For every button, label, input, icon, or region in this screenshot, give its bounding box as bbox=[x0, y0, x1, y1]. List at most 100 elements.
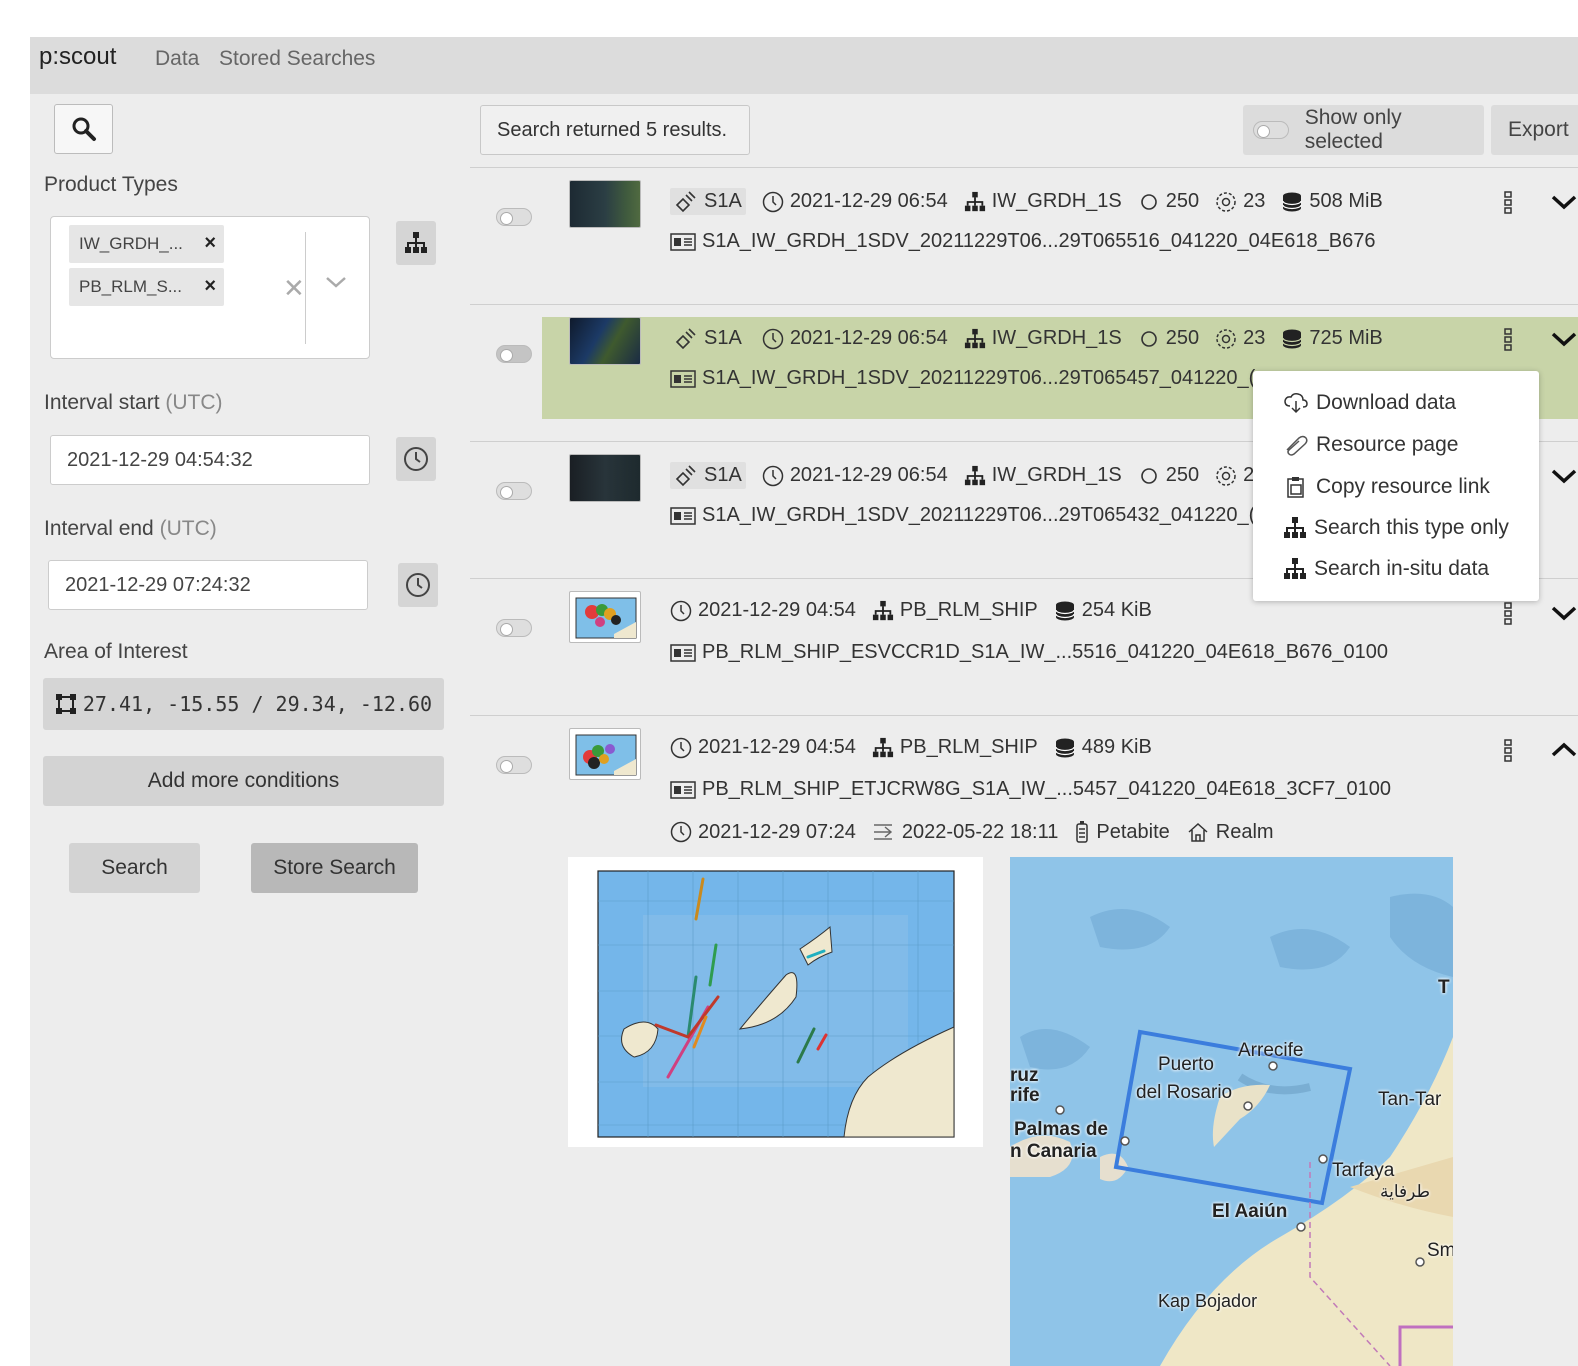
chip-remove-icon[interactable]: × bbox=[204, 275, 216, 298]
add-conditions-button[interactable]: Add more conditions bbox=[43, 756, 444, 806]
show-only-selected-toggle[interactable]: Show only selected bbox=[1243, 105, 1484, 155]
store-search-button[interactable]: Store Search bbox=[251, 843, 418, 893]
top-navbar: p:scout Data Stored Searches bbox=[30, 37, 1578, 94]
map-base bbox=[1010, 857, 1453, 1366]
product-thumbnail[interactable] bbox=[569, 180, 641, 228]
interval-start-picker-button[interactable] bbox=[396, 437, 436, 481]
row-meta: 2021-12-29 04:54 PB_RLM_SHIP 254 KiB bbox=[670, 599, 1168, 622]
map-label: ruz bbox=[1010, 1065, 1039, 1086]
product-type-chip: IW_GRDH_... × bbox=[69, 225, 224, 263]
row-meta: 2021-12-29 04:54 PB_RLM_SHIP 489 KiB bbox=[670, 736, 1168, 759]
clock-icon bbox=[670, 600, 692, 621]
paperclip-icon bbox=[1286, 435, 1308, 456]
product-type: PB_RLM_SHIP bbox=[872, 736, 1038, 759]
menu-item-download[interactable]: Download data bbox=[1283, 391, 1456, 415]
row-menu-icon[interactable] bbox=[1503, 190, 1513, 219]
hierarchy-icon bbox=[964, 191, 985, 211]
clear-selection-icon[interactable]: ✕ bbox=[283, 273, 305, 304]
interval-end-text: Interval end bbox=[44, 517, 154, 540]
product-types-select[interactable]: IW_GRDH_... × PB_RLM_S... × ✕ bbox=[50, 216, 370, 359]
row-menu-icon[interactable] bbox=[1503, 601, 1513, 630]
result-row[interactable]: S1A 2021-12-29 06:54 IW_GRDH_1S 250 23 5… bbox=[470, 167, 1578, 304]
file-size: 489 KiB bbox=[1054, 736, 1152, 759]
row-context-menu: Download data Resource page Copy resourc… bbox=[1253, 371, 1539, 601]
acquisition-time: 2021-12-29 06:54 bbox=[762, 327, 948, 350]
chevron-down-icon[interactable] bbox=[1550, 468, 1578, 489]
interval-end-input[interactable]: 2021-12-29 07:24:32 bbox=[48, 560, 368, 610]
chevron-up-icon[interactable] bbox=[1550, 742, 1578, 763]
hierarchy-icon bbox=[964, 465, 985, 485]
row-select-toggle[interactable] bbox=[496, 619, 532, 637]
toggle-switch[interactable] bbox=[1253, 121, 1289, 139]
nav-link-data[interactable]: Data bbox=[155, 47, 199, 71]
orbit-number: 250 bbox=[1138, 464, 1199, 487]
row-menu-icon[interactable] bbox=[1503, 327, 1513, 356]
acquisition-time: 2021-12-29 06:54 bbox=[762, 190, 948, 213]
product-name[interactable]: S1A_IW_GRDH_1SDV_20211229T06...29T065516… bbox=[702, 230, 1375, 253]
row-select-toggle[interactable] bbox=[496, 482, 532, 500]
sensing-start: 2021-12-29 07:24 bbox=[670, 821, 856, 844]
id-card-icon bbox=[670, 232, 696, 251]
realm: Realm bbox=[1186, 821, 1274, 844]
menu-item-search-insitu[interactable]: Search in-situ data bbox=[1283, 557, 1489, 581]
ship-detection-plot[interactable] bbox=[568, 857, 983, 1147]
map-label: rife bbox=[1010, 1085, 1040, 1106]
brand-logo[interactable]: p:scout bbox=[39, 43, 116, 71]
chevron-down-icon[interactable] bbox=[1550, 194, 1578, 215]
hierarchy-icon bbox=[872, 600, 894, 620]
product-name[interactable]: S1A_IW_GRDH_1SDV_20211229T06...29T065457… bbox=[702, 367, 1255, 390]
database-icon bbox=[1055, 601, 1075, 620]
product-type: IW_GRDH_1S bbox=[964, 327, 1122, 350]
chevron-down-icon[interactable] bbox=[1550, 605, 1578, 626]
row-select-toggle[interactable] bbox=[496, 345, 532, 363]
relative-orbit: 23 bbox=[1215, 327, 1265, 350]
home-icon bbox=[1188, 822, 1208, 842]
map-label: Puerto bbox=[1158, 1054, 1214, 1075]
product-name-line: S1A_IW_GRDH_1SDV_20211229T06...29T065432… bbox=[670, 504, 1255, 527]
utc-suffix: (UTC) bbox=[165, 391, 223, 414]
product-thumbnail[interactable] bbox=[569, 454, 641, 502]
interval-start-input[interactable]: 2021-12-29 04:54:32 bbox=[50, 435, 370, 485]
search-toggle-button[interactable] bbox=[54, 104, 113, 154]
row-select-toggle[interactable] bbox=[496, 208, 532, 226]
file-size: 725 MiB bbox=[1281, 327, 1383, 350]
product-name[interactable]: S1A_IW_GRDH_1SDV_20211229T06...29T065432… bbox=[702, 504, 1255, 527]
clipboard-icon bbox=[1287, 477, 1304, 498]
rel-orbit-icon bbox=[1216, 465, 1236, 486]
search-button[interactable]: Search bbox=[69, 843, 200, 893]
menu-item-resource-page[interactable]: Resource page bbox=[1283, 433, 1458, 457]
row-meta: S1A 2021-12-29 06:54 IW_GRDH_1S 250 2 bbox=[670, 462, 1270, 489]
menu-item-search-type[interactable]: Search this type only bbox=[1283, 516, 1509, 540]
acquisition-time: 2021-12-29 06:54 bbox=[762, 464, 948, 487]
utc-suffix: (UTC) bbox=[159, 517, 217, 540]
arrow-right-icon bbox=[873, 824, 893, 840]
product-thumbnail[interactable] bbox=[569, 317, 641, 365]
product-thumbnail[interactable] bbox=[569, 728, 641, 780]
product-name[interactable]: PB_RLM_SHIP_ETJCRW8G_S1A_IW_...5457_0412… bbox=[702, 778, 1391, 801]
footprint-map[interactable]: Arrecife Puerto del Rosario ruz rife Pal… bbox=[1010, 857, 1453, 1366]
row-select-toggle[interactable] bbox=[496, 756, 532, 774]
product-hierarchy-button[interactable] bbox=[396, 221, 436, 265]
menu-item-copy-link[interactable]: Copy resource link bbox=[1283, 475, 1490, 499]
ingestion-time: 2022-05-22 18:11 bbox=[872, 821, 1058, 844]
database-icon bbox=[1282, 329, 1302, 348]
area-of-interest-button[interactable]: 27.41, -15.55 / 29.34, -12.60 bbox=[43, 678, 444, 730]
relative-orbit: 2 bbox=[1215, 464, 1254, 487]
rel-orbit-icon bbox=[1216, 191, 1236, 212]
file-size: 254 KiB bbox=[1054, 599, 1152, 622]
row-menu-icon[interactable] bbox=[1503, 738, 1513, 767]
product-name-line: S1A_IW_GRDH_1SDV_20211229T06...29T065457… bbox=[670, 367, 1255, 390]
product-name[interactable]: PB_RLM_SHIP_ESVCCR1D_S1A_IW_...5516_0412… bbox=[702, 641, 1388, 664]
export-button[interactable]: Export bbox=[1491, 105, 1578, 155]
search-sidebar: Product Types IW_GRDH_... × PB_RLM_S... … bbox=[30, 94, 470, 1366]
show-only-selected-label: Show only selected bbox=[1304, 106, 1402, 153]
map-label: Tarfaya bbox=[1332, 1160, 1395, 1181]
database-icon bbox=[1282, 192, 1302, 211]
nav-link-stored-searches[interactable]: Stored Searches bbox=[219, 47, 375, 71]
chevron-down-icon[interactable] bbox=[325, 275, 347, 294]
chevron-down-icon[interactable] bbox=[1550, 331, 1578, 352]
map-label: Kap Bojador bbox=[1158, 1291, 1258, 1311]
product-thumbnail[interactable] bbox=[569, 591, 641, 643]
interval-end-picker-button[interactable] bbox=[398, 563, 438, 607]
chip-remove-icon[interactable]: × bbox=[204, 232, 216, 255]
